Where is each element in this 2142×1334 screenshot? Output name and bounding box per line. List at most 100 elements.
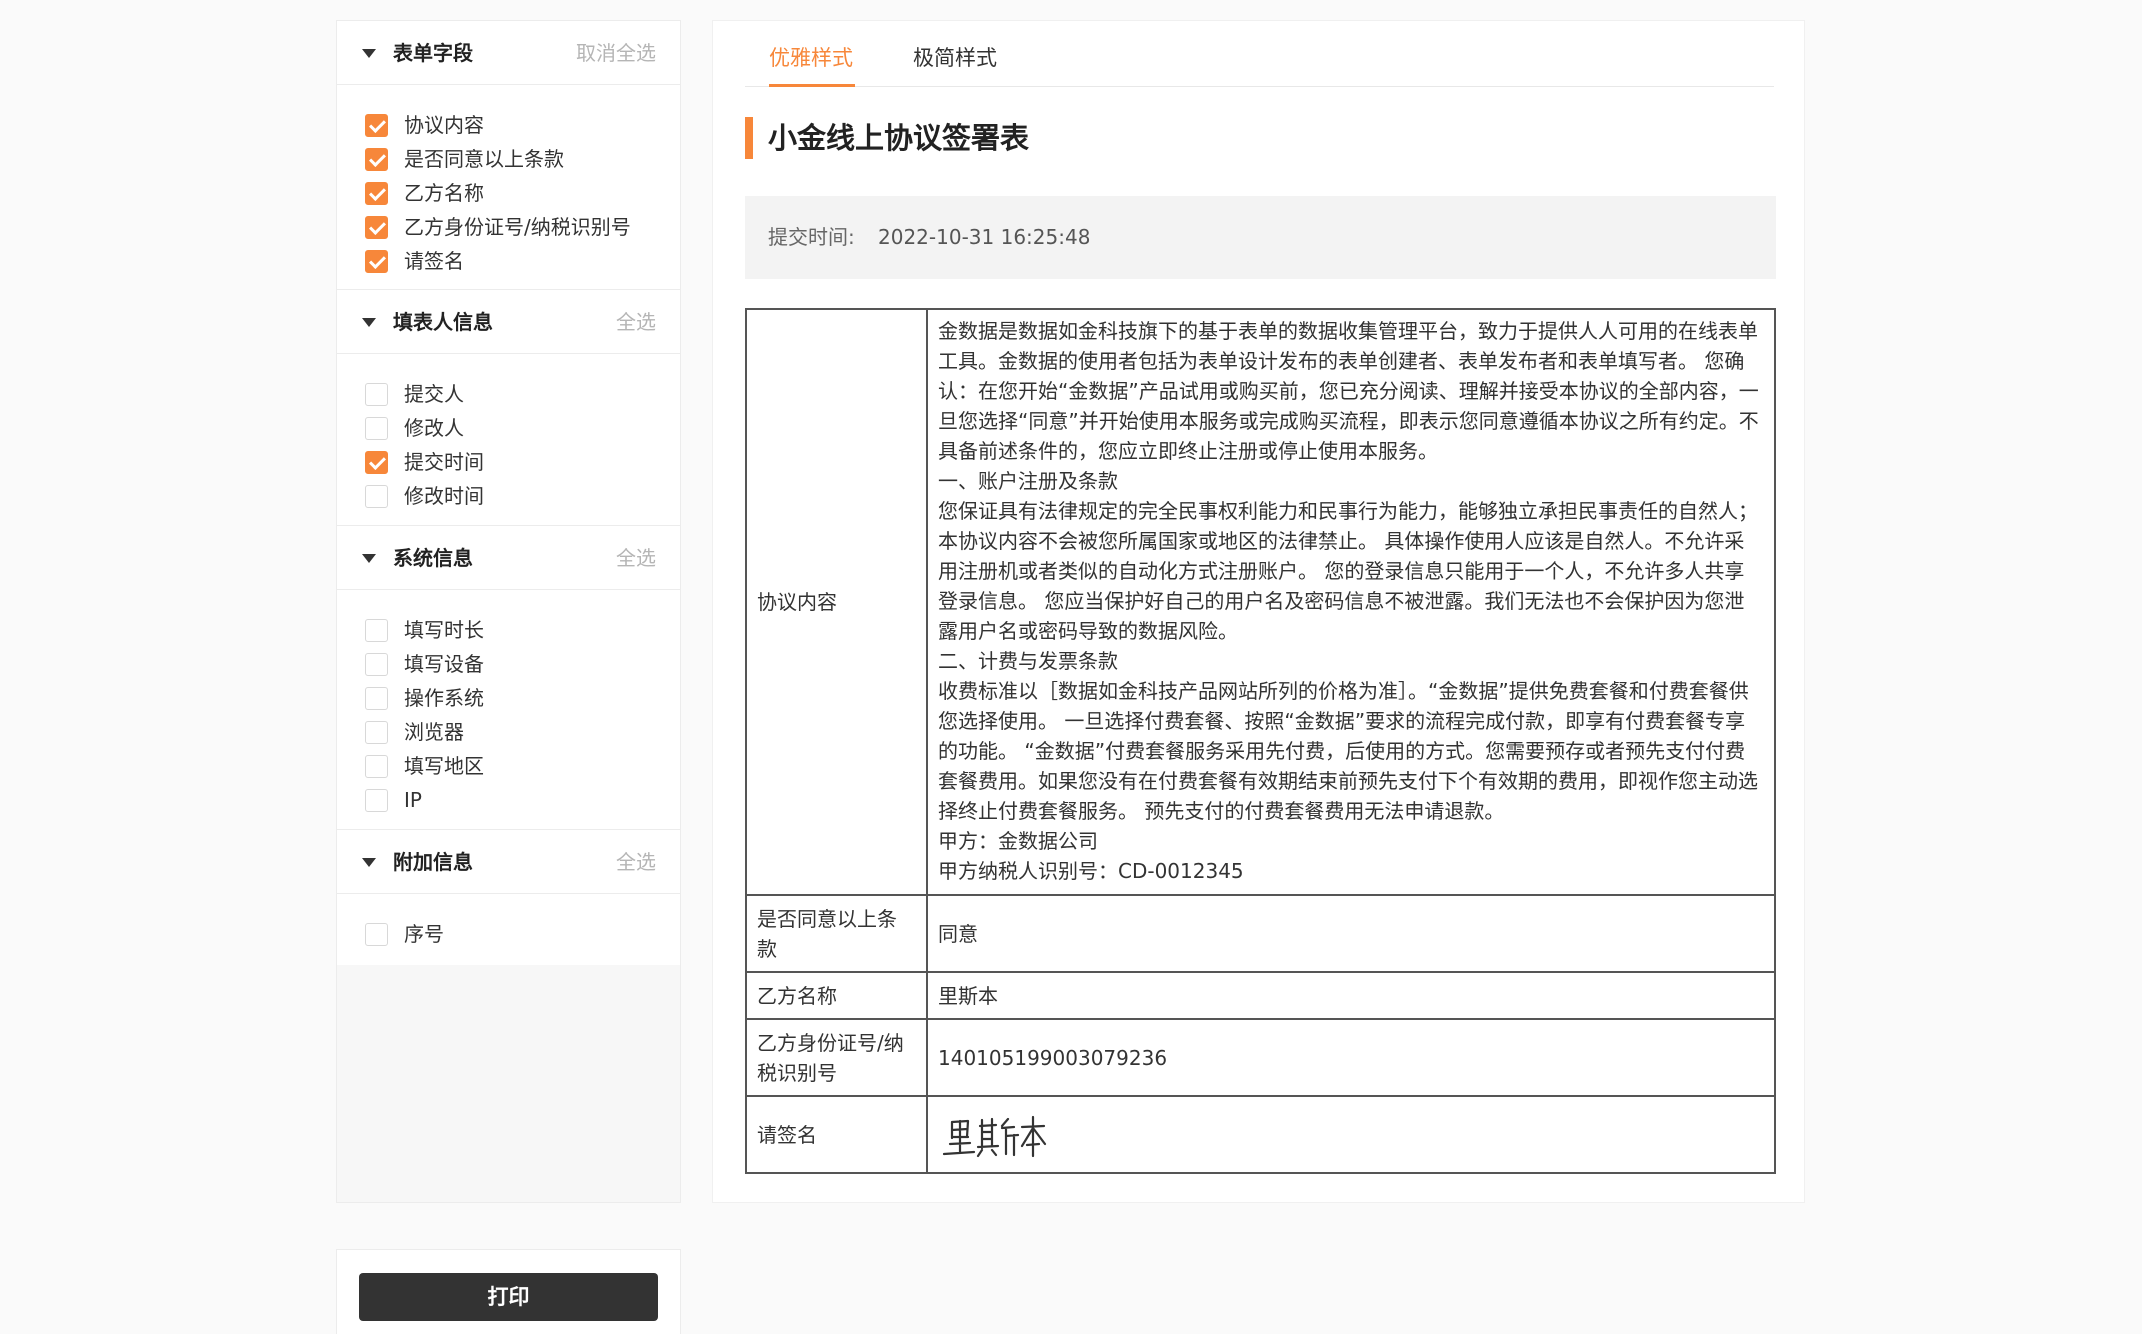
field-checkbox-fill-duration[interactable]: 填写时长 (365, 614, 665, 646)
section-header-filler-info[interactable]: 填表人信息 全选 (337, 290, 680, 354)
field-label: 操作系统 (404, 686, 484, 710)
field-label: 乙方名称 (404, 181, 484, 205)
submit-time-box: 提交时间: 2022-10-31 16:25:48 (745, 196, 1776, 279)
caret-down-icon[interactable] (362, 858, 376, 867)
checkbox-checked-icon[interactable] (365, 182, 388, 205)
caret-down-icon[interactable] (362, 554, 376, 563)
checkbox-unchecked-icon[interactable] (365, 789, 388, 812)
field-label: 请签名 (404, 249, 464, 273)
print-panel: 打印 (336, 1249, 681, 1334)
section-header-form-fields[interactable]: 表单字段 取消全选 (337, 21, 680, 85)
field-checkbox-signature[interactable]: 请签名 (365, 245, 665, 277)
checkbox-checked-icon[interactable] (365, 148, 388, 171)
checkbox-checked-icon[interactable] (365, 250, 388, 273)
section-title: 表单字段 (393, 41, 473, 65)
checkbox-checked-icon[interactable] (365, 114, 388, 137)
checkbox-checked-icon[interactable] (365, 451, 388, 474)
agreement-paragraph: 二、计费与发票条款 (938, 649, 1118, 673)
field-label: 修改时间 (404, 484, 484, 508)
field-checkbox-submit-time[interactable]: 提交时间 (365, 446, 665, 478)
field-label: IP (404, 788, 422, 812)
checkbox-unchecked-icon[interactable] (365, 619, 388, 642)
agreement-paragraph: 一、账户注册及条款 (938, 469, 1118, 493)
checkbox-unchecked-icon[interactable] (365, 653, 388, 676)
handwritten-signature (942, 1115, 1047, 1157)
section-title: 附加信息 (393, 850, 473, 874)
deselect-all-link[interactable]: 取消全选 (576, 39, 656, 67)
field-selector-sidebar: 表单字段 取消全选 协议内容 是否同意以上条款 乙方名称 乙方身份证号/纳税识别… (336, 20, 681, 1203)
section-header-extra-info[interactable]: 附加信息 全选 (337, 830, 680, 894)
field-checkbox-fill-device[interactable]: 填写设备 (365, 648, 665, 680)
tab-simple-style[interactable]: 极简样式 (913, 43, 997, 73)
print-button[interactable]: 打印 (359, 1273, 658, 1321)
agreement-paragraph: 金数据是数据如金科技旗下的基于表单的数据收集管理平台，致力于提供人人可用的在线表… (938, 319, 1759, 463)
field-checkbox-submitter[interactable]: 提交人 (365, 378, 665, 410)
checkbox-unchecked-icon[interactable] (365, 383, 388, 406)
select-all-link[interactable]: 全选 (616, 544, 656, 572)
submission-table: 协议内容 金数据是数据如金科技旗下的基于表单的数据收集管理平台，致力于提供人人可… (745, 308, 1776, 1174)
field-label: 填写地区 (404, 754, 484, 778)
document-title: 小金线上协议签署表 (768, 121, 1030, 155)
field-checkbox-serial-number[interactable]: 序号 (365, 918, 665, 950)
table-row: 乙方身份证号/纳税识别号 140105199003079236 (745, 1018, 1776, 1097)
agreement-content-cell: 金数据是数据如金科技旗下的基于表单的数据收集管理平台，致力于提供人人可用的在线表… (926, 308, 1776, 896)
field-label: 提交时间 (404, 450, 484, 474)
sidebar-footer-area (337, 965, 680, 1202)
row-value: 140105199003079236 (926, 1018, 1776, 1097)
field-label: 填写时长 (404, 618, 484, 642)
field-label: 提交人 (404, 382, 464, 406)
field-checkbox-browser[interactable]: 浏览器 (365, 716, 665, 748)
submit-time-value: 2022-10-31 16:25:48 (878, 225, 1091, 249)
field-checkbox-modify-time[interactable]: 修改时间 (365, 480, 665, 512)
section-title: 填表人信息 (393, 310, 493, 334)
section-header-system-info[interactable]: 系统信息 全选 (337, 526, 680, 590)
active-tab-indicator (769, 84, 855, 87)
agreement-paragraph: 甲方：金数据公司 (938, 829, 1098, 853)
select-all-link[interactable]: 全选 (616, 848, 656, 876)
checkbox-unchecked-icon[interactable] (365, 485, 388, 508)
select-all-link[interactable]: 全选 (616, 308, 656, 336)
table-row: 乙方名称 里斯本 (745, 971, 1776, 1020)
field-label: 是否同意以上条款 (404, 147, 564, 171)
field-checkbox-modifier[interactable]: 修改人 (365, 412, 665, 444)
tab-elegant-style[interactable]: 优雅样式 (769, 43, 853, 73)
field-checkbox-party-b-id[interactable]: 乙方身份证号/纳税识别号 (365, 211, 665, 243)
table-row: 协议内容 金数据是数据如金科技旗下的基于表单的数据收集管理平台，致力于提供人人可… (745, 308, 1776, 896)
checkbox-checked-icon[interactable] (365, 216, 388, 239)
row-key: 请签名 (745, 1095, 928, 1174)
field-checkbox-ip[interactable]: IP (365, 784, 665, 816)
field-label: 浏览器 (404, 720, 464, 744)
print-preview-card: 优雅样式 极简样式 小金线上协议签署表 提交时间: 2022-10-31 16:… (712, 20, 1805, 1203)
field-label: 修改人 (404, 416, 464, 440)
agreement-paragraph: 甲方纳税人识别号：CD-0012345 (938, 859, 1244, 883)
field-checkbox-agree-terms[interactable]: 是否同意以上条款 (365, 143, 665, 175)
row-key: 是否同意以上条款 (745, 894, 928, 973)
checkbox-unchecked-icon[interactable] (365, 417, 388, 440)
signature-cell (926, 1095, 1776, 1174)
field-label: 乙方身份证号/纳税识别号 (404, 215, 631, 239)
field-label: 序号 (404, 922, 444, 946)
agreement-paragraph: 您保证具有法律规定的完全民事权利能力和民事行为能力，能够独立承担民事责任的自然人… (938, 499, 1758, 643)
field-label: 协议内容 (404, 113, 484, 137)
checkbox-unchecked-icon[interactable] (365, 755, 388, 778)
submit-time-label: 提交时间: (768, 225, 855, 249)
table-row: 是否同意以上条款 同意 (745, 894, 1776, 973)
section-title: 系统信息 (393, 546, 473, 570)
title-accent-bar (745, 117, 753, 159)
style-tabs: 优雅样式 极简样式 (745, 21, 1774, 87)
caret-down-icon[interactable] (362, 318, 376, 327)
checkbox-unchecked-icon[interactable] (365, 923, 388, 946)
field-label: 填写设备 (404, 652, 484, 676)
field-checkbox-party-b-name[interactable]: 乙方名称 (365, 177, 665, 209)
row-key: 协议内容 (745, 308, 928, 896)
row-value: 同意 (926, 894, 1776, 973)
row-value: 里斯本 (926, 971, 1776, 1020)
row-key: 乙方身份证号/纳税识别号 (745, 1018, 928, 1097)
checkbox-unchecked-icon[interactable] (365, 687, 388, 710)
field-checkbox-fill-region[interactable]: 填写地区 (365, 750, 665, 782)
field-checkbox-os[interactable]: 操作系统 (365, 682, 665, 714)
agreement-paragraph: 收费标准以［数据如金科技产品网站所列的价格为准］。“金数据”提供免费套餐和付费套… (938, 679, 1758, 823)
checkbox-unchecked-icon[interactable] (365, 721, 388, 744)
field-checkbox-agreement-content[interactable]: 协议内容 (365, 109, 665, 141)
caret-down-icon[interactable] (362, 49, 376, 58)
